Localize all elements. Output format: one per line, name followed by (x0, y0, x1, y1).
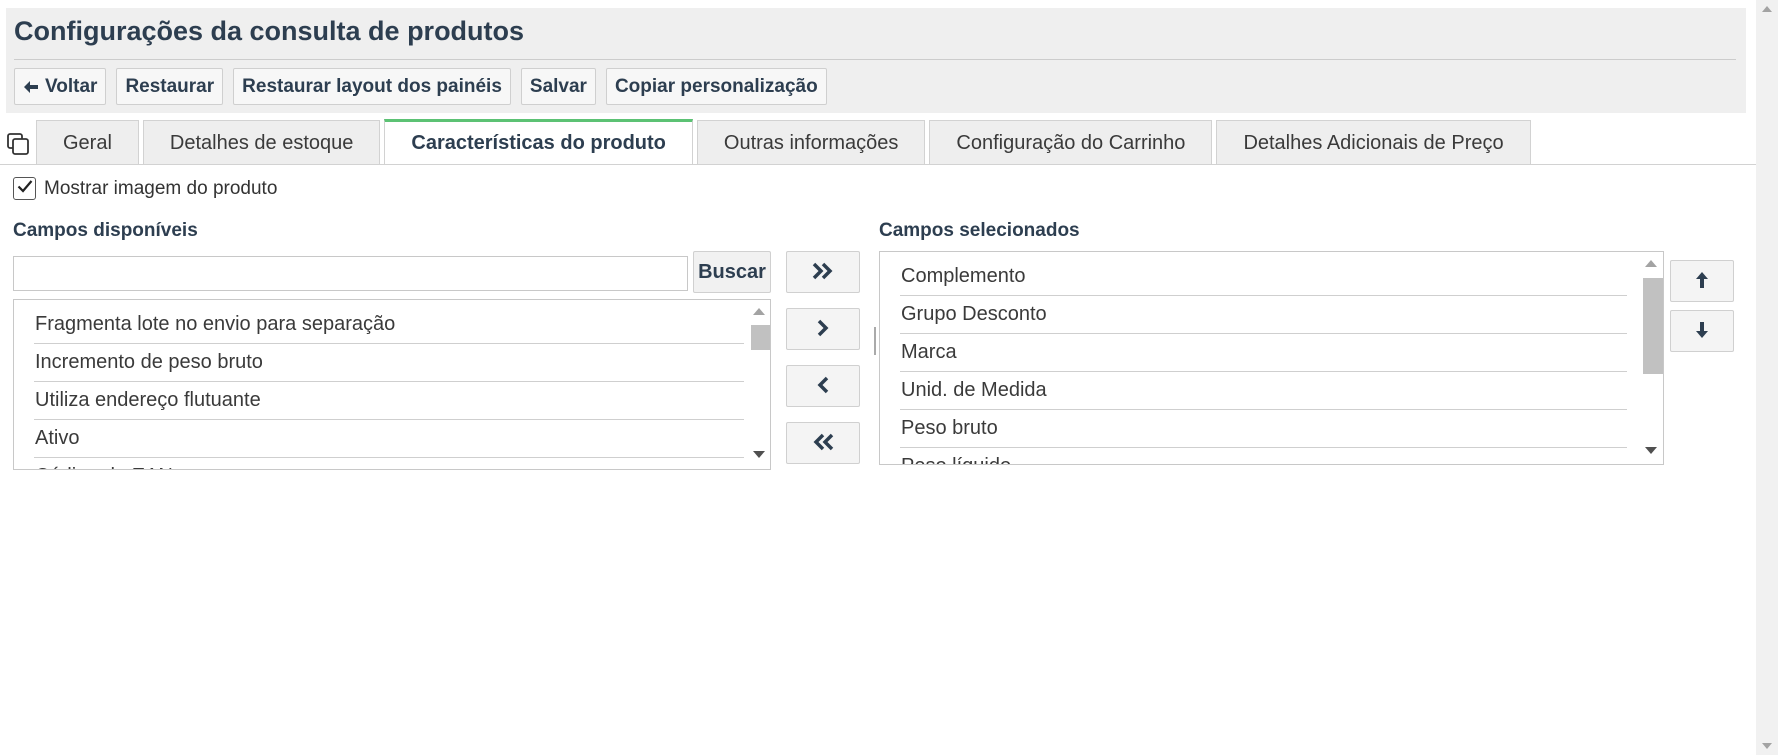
move-up-button[interactable] (1670, 260, 1734, 302)
page-scrollbar[interactable] (1756, 0, 1778, 755)
scroll-down-arrow-icon[interactable] (1645, 447, 1657, 454)
move-left-button[interactable] (786, 365, 860, 407)
show-image-option: Mostrar imagem do produto (13, 177, 277, 200)
available-fields-title: Campos disponíveis (13, 220, 198, 241)
list-item[interactable]: Código de EAN (34, 458, 744, 469)
scroll-up-arrow-icon[interactable] (1645, 260, 1657, 267)
restore-layout-button[interactable]: Restaurar layout dos painéis (233, 68, 511, 105)
scroll-thumb[interactable] (1643, 278, 1663, 374)
move-all-left-button[interactable] (786, 422, 860, 464)
scroll-down-arrow-icon[interactable] (1762, 743, 1772, 749)
header-panel: Configurações da consulta de produtos Vo… (6, 8, 1746, 113)
double-chevron-right-icon (811, 261, 835, 284)
header-divider (14, 59, 1736, 60)
selected-list-scrollbar[interactable] (1640, 252, 1663, 464)
available-list-scrollbar[interactable] (748, 300, 770, 469)
tab-detalhes-estoque[interactable]: Detalhes de estoque (142, 120, 381, 165)
arrow-left-icon (23, 80, 39, 94)
scroll-down-arrow-icon[interactable] (753, 451, 765, 458)
back-button-label: Voltar (45, 75, 98, 97)
checkmark-icon (17, 179, 33, 198)
list-item[interactable]: Ativo (34, 420, 744, 458)
list-item[interactable]: Unid. de Medida (900, 372, 1627, 410)
list-item[interactable]: Peso líquido (900, 448, 1627, 464)
list-item[interactable]: Fragmenta lote no envio para separação (34, 306, 744, 344)
list-item[interactable]: Marca (900, 334, 1627, 372)
search-input[interactable] (13, 256, 688, 291)
page-title: Configurações da consulta de produtos (14, 16, 525, 46)
available-fields-list[interactable]: Fragmenta lote no envio para separação I… (13, 299, 771, 470)
arrow-down-icon (1695, 321, 1709, 342)
list-item[interactable]: Complemento (900, 258, 1627, 296)
scroll-up-arrow-icon[interactable] (753, 308, 765, 315)
scroll-up-arrow-icon[interactable] (1762, 6, 1772, 12)
list-item[interactable]: Peso bruto (900, 410, 1627, 448)
move-all-right-button[interactable] (786, 251, 860, 293)
copy-icon[interactable] (6, 132, 30, 161)
search-button[interactable]: Buscar (693, 251, 771, 293)
tab-geral[interactable]: Geral (36, 120, 139, 165)
tab-caracteristicas-produto[interactable]: Características do produto (384, 119, 693, 165)
show-image-checkbox[interactable] (13, 177, 36, 200)
tab-bar: Geral Detalhes de estoque Característica… (36, 119, 1531, 165)
tab-divider (0, 164, 1756, 165)
panel-resize-handle[interactable] (874, 327, 876, 355)
back-button[interactable]: Voltar (14, 68, 107, 105)
scroll-thumb[interactable] (751, 325, 770, 350)
chevron-left-icon (815, 375, 831, 398)
tab-outras-informacoes[interactable]: Outras informações (696, 120, 926, 165)
chevron-right-icon (815, 318, 831, 341)
restore-button[interactable]: Restaurar (116, 68, 224, 105)
list-item[interactable]: Utiliza endereço flutuante (34, 382, 744, 420)
save-button[interactable]: Salvar (520, 68, 596, 105)
tab-configuracao-carrinho[interactable]: Configuração do Carrinho (929, 120, 1213, 165)
double-chevron-left-icon (811, 432, 835, 455)
toolbar: Voltar Restaurar Restaurar layout dos pa… (14, 68, 827, 105)
list-item[interactable]: Incremento de peso bruto (34, 344, 744, 382)
settings-page: Configurações da consulta de produtos Vo… (0, 0, 1778, 755)
selected-fields-title: Campos selecionados (879, 220, 1080, 241)
copy-customization-button[interactable]: Copiar personalização (605, 68, 827, 105)
tab-detalhes-adicionais-preco[interactable]: Detalhes Adicionais de Preço (1216, 120, 1531, 165)
arrow-up-icon (1695, 271, 1709, 292)
show-image-label[interactable]: Mostrar imagem do produto (44, 178, 277, 200)
move-right-button[interactable] (786, 308, 860, 350)
move-down-button[interactable] (1670, 310, 1734, 352)
list-item[interactable]: Grupo Desconto (900, 296, 1627, 334)
selected-fields-list[interactable]: Complemento Grupo Desconto Marca Unid. d… (879, 251, 1664, 465)
